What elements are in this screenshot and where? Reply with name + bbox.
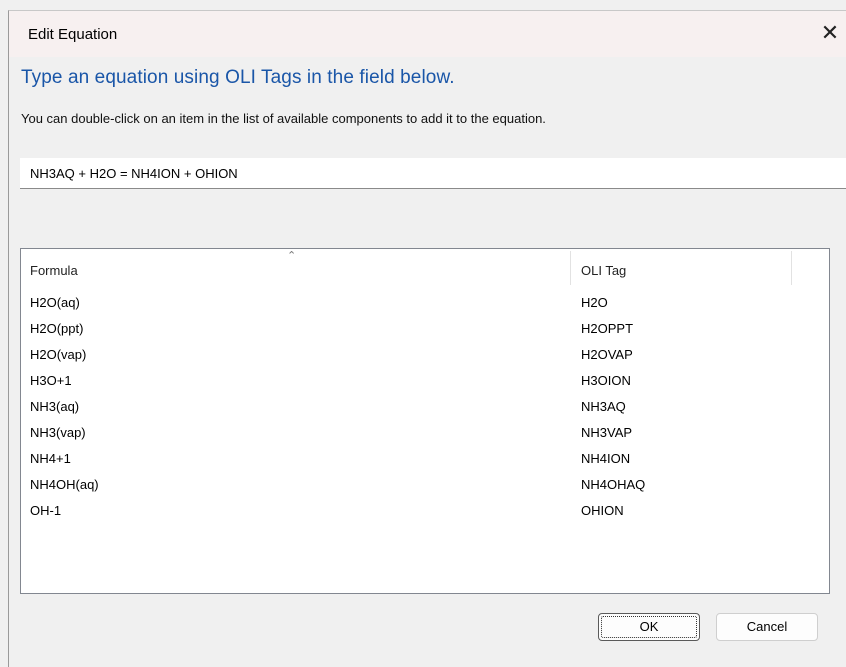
- cell-formula: NH4OH(aq): [30, 477, 99, 492]
- cell-oli-tag: NH3VAP: [581, 425, 633, 440]
- close-icon[interactable]: ✕: [813, 11, 846, 57]
- ok-button[interactable]: OK: [598, 613, 700, 641]
- list-item[interactable]: H2O(ppt) H2OPPT: [21, 316, 829, 342]
- column-divider[interactable]: [791, 251, 792, 285]
- list-item[interactable]: NH4OH(aq) NH4OHAQ: [21, 472, 829, 498]
- equation-input[interactable]: [20, 158, 846, 189]
- cell-formula: H2O(vap): [30, 347, 87, 362]
- cell-formula: H2O(ppt): [30, 321, 84, 336]
- cell-oli-tag: H3OION: [581, 373, 631, 388]
- list-item[interactable]: NH3(aq) NH3AQ: [21, 394, 829, 420]
- components-list[interactable]: ⌃ Formula OLI Tag H2O(aq) H2O H2O(ppt) H2OP…: [20, 248, 830, 594]
- cell-oli-tag: NH4ION: [581, 451, 631, 466]
- cell-oli-tag: OHION: [581, 503, 624, 518]
- cell-oli-tag: H2O: [581, 295, 608, 310]
- cell-oli-tag: NH3AQ: [581, 399, 626, 414]
- cell-formula: H2O(aq): [30, 295, 80, 310]
- column-header-formula[interactable]: Formula: [30, 263, 78, 278]
- sort-ascending-icon: ⌃: [287, 250, 297, 262]
- cell-formula: NH4+1: [30, 451, 71, 466]
- cell-formula: H3O+1: [30, 373, 72, 388]
- cell-formula: NH3(aq): [30, 399, 80, 414]
- cell-formula: NH3(vap): [30, 425, 86, 440]
- cancel-button[interactable]: Cancel: [716, 613, 818, 641]
- list-item[interactable]: H3O+1 H3OION: [21, 368, 829, 394]
- cell-formula: OH-1: [30, 503, 62, 518]
- column-header-oli-tag[interactable]: OLI Tag: [581, 263, 626, 278]
- list-item[interactable]: NH3(vap) NH3VAP: [21, 420, 829, 446]
- cancel-button-label: Cancel: [746, 619, 788, 634]
- instruction-subtext: You can double-click on an item in the l…: [21, 111, 546, 126]
- instruction-heading: Type an equation using OLI Tags in the f…: [21, 67, 455, 88]
- list-item[interactable]: H2O(aq) H2O: [21, 290, 829, 316]
- cell-oli-tag: H2OPPT: [581, 321, 634, 336]
- column-divider[interactable]: [570, 251, 571, 285]
- list-item[interactable]: H2O(vap) H2OVAP: [21, 342, 829, 368]
- list-item[interactable]: NH4+1 NH4ION: [21, 446, 829, 472]
- window-title: Edit Equation: [28, 26, 118, 43]
- list-header: ⌃ Formula OLI Tag: [21, 249, 829, 287]
- list-item[interactable]: OH-1 OHION: [21, 498, 829, 524]
- cell-oli-tag: H2OVAP: [581, 347, 633, 362]
- cell-oli-tag: NH4OHAQ: [581, 477, 646, 492]
- title-bar[interactable]: Edit Equation ✕: [9, 11, 846, 57]
- focus-rectangle: [601, 616, 697, 638]
